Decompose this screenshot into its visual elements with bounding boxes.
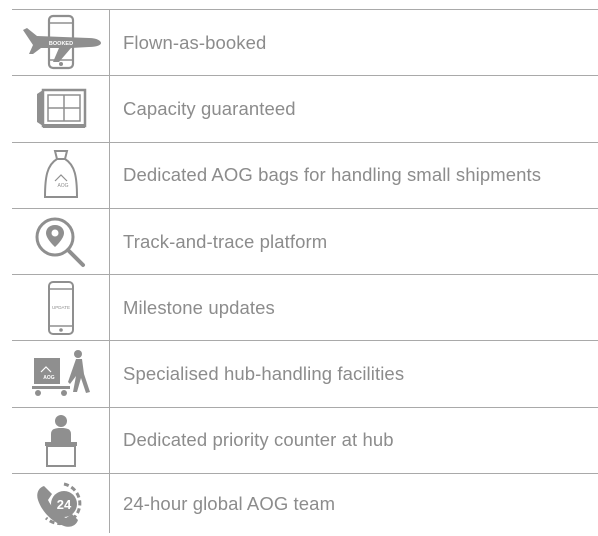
aog-bag-icon-text: AOG bbox=[57, 183, 68, 189]
feature-label: 24-hour global AOG team bbox=[123, 492, 336, 514]
table-row: Track-and-trace platform bbox=[12, 207, 598, 275]
icon-cell: UPDATE bbox=[12, 275, 110, 341]
icon-cell: 24 bbox=[12, 474, 110, 534]
feature-label: Capacity guaranteed bbox=[123, 97, 296, 119]
table-row: Dedicated priority counter at hub bbox=[12, 406, 598, 474]
feature-label: Flown-as-booked bbox=[123, 31, 267, 53]
icon-cell bbox=[12, 208, 110, 275]
24-hour-phone-icon: 24 bbox=[36, 482, 81, 527]
booked-icon-text: BOOKED bbox=[48, 41, 72, 47]
feature-label: Dedicated AOG bags for handling small sh… bbox=[123, 164, 542, 186]
icon-cell bbox=[12, 407, 110, 474]
hub-icon-text: AOG bbox=[43, 375, 55, 381]
plane-phone-icon: BOOKED bbox=[22, 14, 101, 69]
24-icon-text: 24 bbox=[56, 497, 71, 512]
priority-counter-icon bbox=[44, 415, 77, 468]
table-row: 24 24-hour global AOG team bbox=[12, 473, 598, 534]
feature-label: Milestone updates bbox=[123, 296, 275, 318]
aog-bag-icon: AOG bbox=[43, 150, 78, 199]
location-search-icon bbox=[35, 217, 85, 267]
icon-cell bbox=[12, 76, 110, 142]
services-table: BOOKED Flown-as-booked Capacity guarante… bbox=[12, 9, 598, 534]
table-row: AOG Specialised hub-handling facilities bbox=[12, 340, 598, 407]
feature-label: Specialised hub-handling facilities bbox=[123, 363, 405, 385]
icon-cell: BOOKED bbox=[12, 10, 110, 76]
capacity-container-icon bbox=[36, 88, 86, 128]
update-icon-text: UPDATE bbox=[52, 305, 70, 310]
phone-update-icon: UPDATE bbox=[47, 280, 74, 335]
table-row: Capacity guaranteed bbox=[12, 75, 598, 142]
feature-label: Dedicated priority counter at hub bbox=[123, 429, 394, 451]
hub-handling-icon: AOG bbox=[31, 350, 90, 397]
icon-cell: AOG bbox=[12, 341, 110, 407]
table-row: AOG Dedicated AOG bags for handling smal… bbox=[12, 141, 598, 208]
icon-cell: AOG bbox=[12, 142, 110, 208]
table-row: BOOKED Flown-as-booked bbox=[12, 9, 598, 76]
feature-label: Track-and-trace platform bbox=[123, 230, 328, 252]
table-row: UPDATE Milestone updates bbox=[12, 274, 598, 341]
